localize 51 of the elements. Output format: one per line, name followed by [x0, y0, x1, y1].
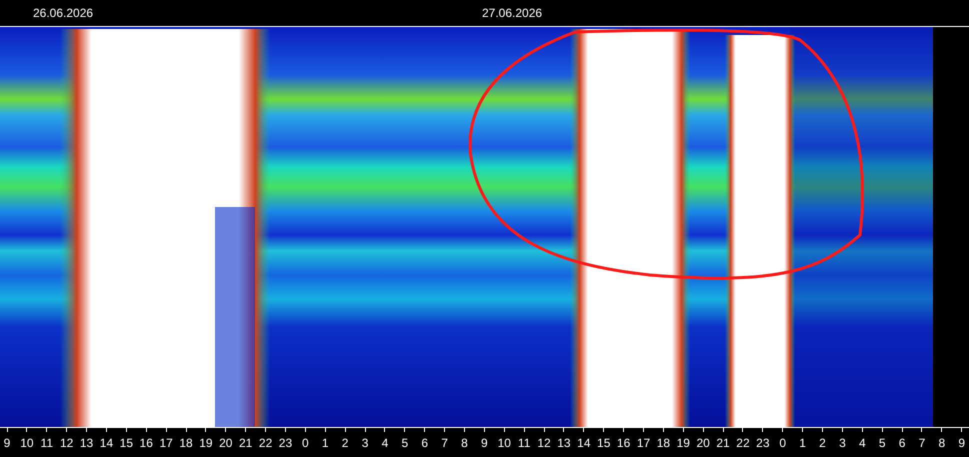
hour-label: 17 [636, 437, 650, 449]
hour-label: 11 [518, 437, 530, 449]
hour-label: 23 [278, 437, 292, 449]
hour-label: 3 [839, 437, 846, 449]
hour-label: 19 [199, 437, 213, 449]
hour-label: 8 [938, 437, 946, 449]
hour-label: 3 [362, 437, 368, 449]
hour-label: 9 [4, 437, 10, 449]
hour-label: 5 [401, 437, 408, 449]
hour-label: 15 [120, 437, 134, 449]
hour-label: 1 [799, 437, 806, 449]
hour-label: 17 [159, 437, 173, 449]
hour-label: 9 [481, 437, 488, 449]
hour-label: 8 [461, 437, 468, 449]
hour-label: 22 [258, 437, 272, 449]
hour-label: 21 [716, 437, 730, 449]
hour-label: 10 [20, 437, 34, 449]
hour-label: 12 [60, 437, 74, 449]
hour-label: 2 [819, 437, 826, 449]
hour-label: 10 [498, 437, 511, 449]
hour-label: 20 [696, 437, 710, 449]
hour-label: 23 [756, 437, 770, 449]
hour-label: 21 [239, 437, 252, 449]
hour-label: 6 [898, 437, 906, 449]
date-label: 27.06.2026 [482, 6, 542, 20]
hour-label: 11 [40, 437, 54, 449]
hour-label: 2 [342, 437, 348, 449]
hour-label: 13 [80, 437, 94, 449]
hour-label: 20 [219, 437, 232, 449]
hour-label: 14 [100, 437, 114, 449]
hour-label: 9 [958, 437, 966, 449]
hour-label: 4 [858, 437, 866, 449]
hour-label: 18 [656, 437, 670, 449]
hour-label: 16 [616, 437, 630, 449]
hour-label: 16 [140, 437, 153, 449]
hour-label: 18 [179, 437, 193, 449]
hour-label: 5 [878, 437, 886, 449]
hour-label: 7 [441, 437, 448, 449]
date-label: 26.06.2026 [33, 6, 94, 20]
hour-label: 4 [382, 437, 388, 449]
hour-label: 13 [557, 437, 571, 449]
hour-label: 6 [421, 437, 428, 449]
hour-label: 1 [322, 437, 329, 449]
hour-label: 14 [577, 437, 590, 449]
hour-label: 0 [302, 437, 309, 449]
hour-label: 19 [676, 437, 690, 449]
hour-label: 7 [918, 437, 926, 449]
hour-label: 15 [597, 437, 610, 449]
hour-label: 0 [779, 437, 786, 449]
hour-label: 22 [736, 437, 750, 449]
hour-label: 12 [537, 437, 551, 449]
